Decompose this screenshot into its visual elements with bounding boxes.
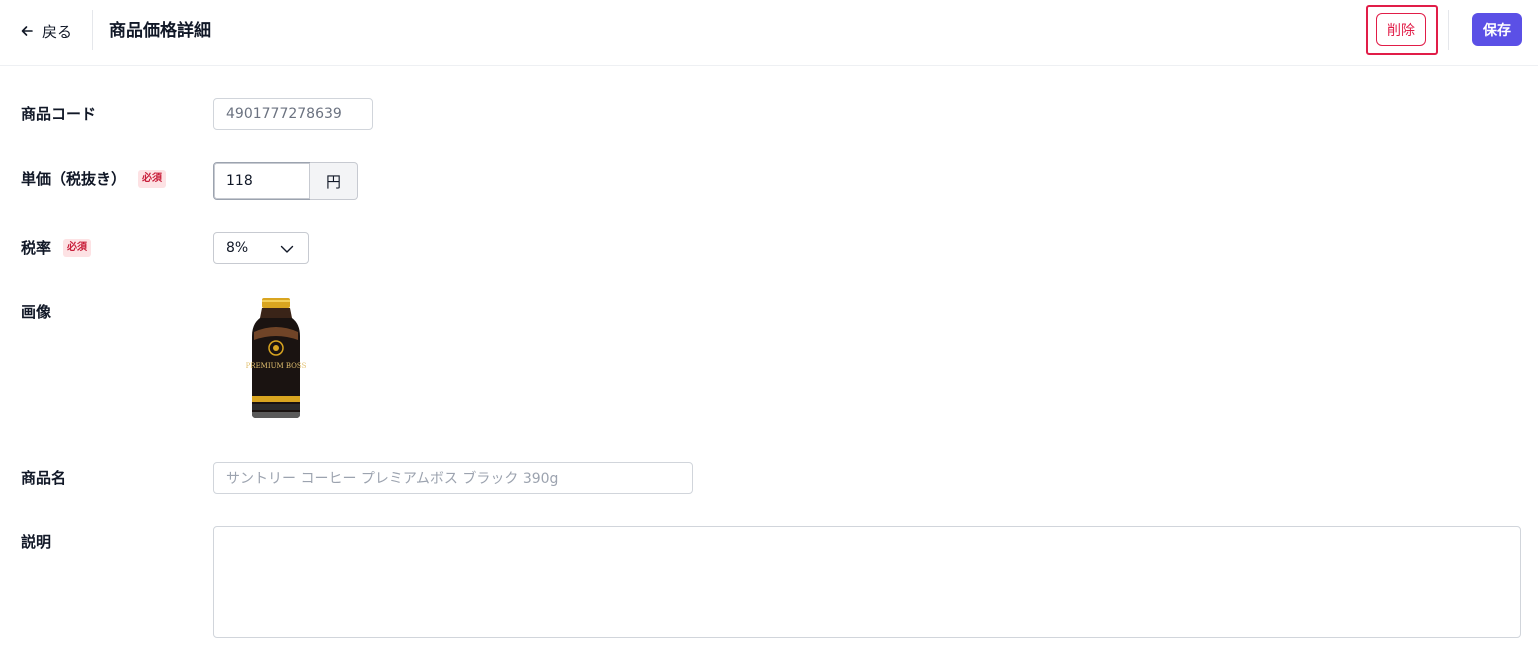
currency-unit: 円 (310, 162, 358, 200)
product-image-label: PREMIUM BOSS (246, 362, 307, 370)
tax-rate-selected-value: 8% (226, 240, 249, 256)
header-divider (92, 10, 93, 50)
product-image: PREMIUM BOSS (246, 298, 307, 418)
description-label-text: 説明 (21, 533, 52, 551)
unit-price-label: 単価（税抜き） 必須 (21, 168, 167, 189)
tax-rate-select[interactable]: 8% (213, 232, 309, 264)
chevron-down-icon (280, 245, 294, 253)
product-code-label: 商品コード (21, 103, 96, 124)
delete-button[interactable]: 削除 (1376, 13, 1426, 46)
save-button[interactable]: 保存 (1472, 13, 1522, 46)
image-label-text: 画像 (21, 303, 52, 321)
back-button[interactable]: 戻る (20, 18, 72, 44)
tax-rate-label: 税率 必須 (21, 237, 92, 258)
header-bar: 戻る 商品価格詳細 削除 保存 (0, 0, 1538, 66)
product-name-input[interactable]: サントリー コーヒー プレミアムボス ブラック 390g (213, 462, 693, 494)
product-code-field[interactable]: 4901777278639 (213, 98, 373, 130)
header-divider-right (1448, 10, 1449, 50)
product-code-label-text: 商品コード (21, 105, 97, 123)
description-textarea[interactable] (213, 526, 1521, 638)
required-badge: 必須 (138, 169, 167, 188)
image-label: 画像 (21, 301, 51, 322)
unit-price-input[interactable]: 118 (213, 162, 311, 200)
product-name-label: 商品名 (21, 467, 66, 488)
back-label: 戻る (42, 22, 73, 41)
page-title: 商品価格詳細 (109, 21, 211, 41)
required-badge: 必須 (63, 238, 92, 257)
description-label: 説明 (21, 531, 51, 552)
product-name-label-text: 商品名 (21, 469, 67, 487)
tax-rate-label-text: 税率 (21, 239, 52, 257)
arrow-left-icon (21, 26, 33, 36)
unit-price-label-text: 単価（税抜き） (21, 170, 127, 188)
